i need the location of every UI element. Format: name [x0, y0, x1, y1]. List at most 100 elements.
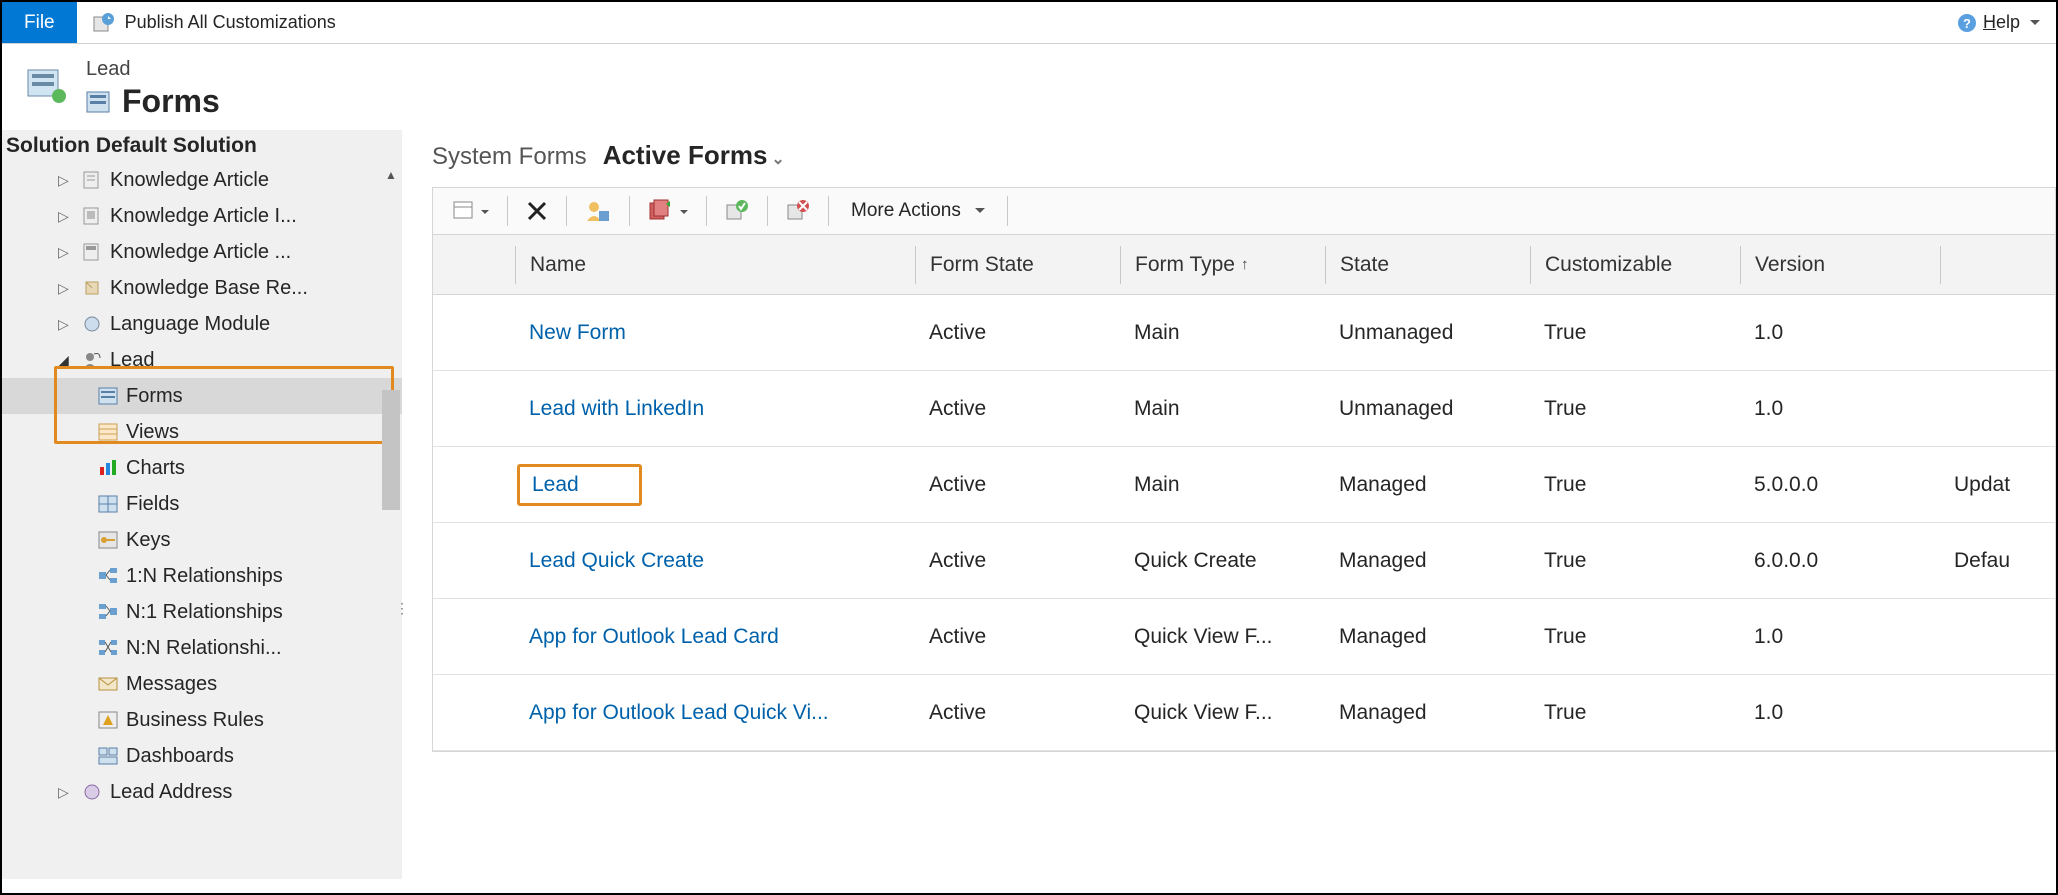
- tree-item-keys[interactable]: Keys: [2, 522, 402, 558]
- dashboards-icon: [98, 747, 118, 765]
- relationship-1n-icon: [98, 567, 118, 585]
- messages-icon: [98, 675, 118, 693]
- col-customizable-header[interactable]: Customizable: [1530, 246, 1740, 284]
- tree-item-dashboards[interactable]: Dashboards: [2, 738, 402, 774]
- chevron-down-icon: [971, 200, 985, 222]
- expand-icon: ▷: [58, 280, 74, 297]
- tree-label: N:N Relationshi...: [126, 637, 282, 660]
- grid-row[interactable]: LeadActiveMainManagedTrue5.0.0.0Updat: [433, 447, 2055, 523]
- grid-row[interactable]: App for Outlook Lead Quick Vi...ActiveQu…: [433, 675, 2055, 751]
- separator: [828, 196, 829, 226]
- tree-label: Knowledge Article ...: [110, 241, 291, 264]
- form-name-link[interactable]: Lead Quick Create: [515, 549, 915, 573]
- activate-button[interactable]: [713, 188, 761, 234]
- tree-item-1n[interactable]: 1:N Relationships: [2, 558, 402, 594]
- help-button[interactable]: ? Help: [1941, 2, 2056, 43]
- delete-button[interactable]: [514, 188, 560, 234]
- forms-icon: [86, 91, 110, 113]
- col-formtype-header[interactable]: Form Type ↑: [1120, 246, 1325, 284]
- cell-form_state: Active: [915, 625, 1120, 649]
- tree-item-forms[interactable]: Forms: [2, 378, 402, 414]
- new-button[interactable]: [441, 188, 501, 234]
- cell-version: 1.0: [1740, 625, 1940, 649]
- tree-item-lead[interactable]: ◢ Lead: [2, 342, 402, 378]
- tree-item-n1[interactable]: N:1 Relationships: [2, 594, 402, 630]
- cell-form_type: Main: [1120, 473, 1325, 497]
- tree-item-fields[interactable]: Fields: [2, 486, 402, 522]
- col-version-header[interactable]: Version: [1740, 246, 1940, 284]
- cell-customizable: True: [1530, 625, 1740, 649]
- tree-item-lead-address[interactable]: ▷ Lead Address: [2, 774, 402, 810]
- splitter-handle[interactable]: ⋮: [395, 600, 408, 617]
- relationship-nn-icon: [98, 639, 118, 657]
- col-state-header[interactable]: State: [1325, 246, 1530, 284]
- new-icon: [453, 201, 475, 221]
- tree-label: Keys: [126, 529, 170, 552]
- cell-form_state: Active: [915, 397, 1120, 421]
- tree-item-nn[interactable]: N:N Relationshi...: [2, 630, 402, 666]
- separator: [507, 196, 508, 226]
- grid-row[interactable]: Lead with LinkedInActiveMainUnmanagedTru…: [433, 371, 2055, 447]
- col-formstate-header[interactable]: Form State: [915, 246, 1120, 284]
- grid-row[interactable]: New FormActiveMainUnmanagedTrue1.0: [433, 295, 2055, 371]
- tree-label: Charts: [126, 457, 185, 480]
- grid-row[interactable]: Lead Quick CreateActiveQuick CreateManag…: [433, 523, 2055, 599]
- workspace: Solution Default Solution ▷ Knowledge Ar…: [2, 130, 2056, 879]
- tree-item-knowledge-article-2[interactable]: ▷ Knowledge Article ...: [2, 234, 402, 270]
- tree-item-knowledge-article-i[interactable]: ▷ Knowledge Article I...: [2, 198, 402, 234]
- form-name-link[interactable]: Lead: [515, 464, 915, 506]
- cell-version: 6.0.0.0: [1740, 549, 1940, 573]
- main-area: System Forms Active Forms⌄: [402, 130, 2056, 879]
- expand-icon: ▷: [58, 208, 74, 225]
- tree-label: Lead: [110, 349, 155, 372]
- separator: [1007, 196, 1008, 226]
- form-order-icon: [648, 199, 674, 223]
- keys-icon: [98, 531, 118, 549]
- scrollbar-thumb[interactable]: [382, 390, 400, 510]
- entity-name-label: Lead: [86, 58, 220, 81]
- grid-row[interactable]: App for Outlook Lead CardActiveQuick Vie…: [433, 599, 2055, 675]
- entity-small-icon: [82, 314, 102, 334]
- tree-label: Views: [126, 421, 179, 444]
- form-name-link[interactable]: App for Outlook Lead Card: [515, 625, 915, 649]
- chevron-down-icon: ⌄: [771, 151, 784, 168]
- entity-small-icon: [82, 170, 102, 190]
- tree-item-knowledge-article[interactable]: ▷ Knowledge Article: [2, 162, 402, 198]
- entity-small-icon: [82, 278, 102, 298]
- tree-item-language-module[interactable]: ▷ Language Module: [2, 306, 402, 342]
- tree-label: Knowledge Article: [110, 169, 269, 192]
- page-title: Forms: [122, 83, 220, 120]
- form-name-link[interactable]: App for Outlook Lead Quick Vi...: [515, 701, 915, 725]
- cell-version: 1.0: [1740, 397, 1940, 421]
- form-order-button[interactable]: [636, 188, 700, 234]
- deactivate-button[interactable]: [774, 188, 822, 234]
- help-icon: ?: [1957, 13, 1977, 33]
- tree-item-knowledge-base[interactable]: ▷ Knowledge Base Re...: [2, 270, 402, 306]
- nav-tree: ▷ Knowledge Article ▷ Knowledge Article …: [2, 162, 402, 810]
- publish-all-label: Publish All Customizations: [125, 12, 336, 33]
- col-desc-header[interactable]: [1940, 246, 2056, 284]
- form-name-link[interactable]: New Form: [515, 321, 915, 345]
- tree-item-views[interactable]: Views: [2, 414, 402, 450]
- lead-icon: [82, 350, 102, 370]
- more-actions-label: More Actions: [851, 200, 961, 222]
- tree-item-business-rules[interactable]: Business Rules: [2, 702, 402, 738]
- col-name-header[interactable]: Name: [515, 246, 915, 284]
- expand-icon: ▷: [58, 784, 74, 801]
- entity-small-icon: [82, 242, 102, 262]
- cell-form_type: Main: [1120, 397, 1325, 421]
- view-selector[interactable]: Active Forms⌄: [603, 140, 785, 171]
- form-name-link[interactable]: Lead with LinkedIn: [515, 397, 915, 421]
- tree-item-messages[interactable]: Messages: [2, 666, 402, 702]
- list-title: System Forms: [432, 143, 587, 171]
- publish-all-button[interactable]: Publish All Customizations: [77, 2, 350, 43]
- scroll-up-arrow[interactable]: ▲: [382, 168, 400, 182]
- tree-label: Business Rules: [126, 709, 264, 732]
- tree-item-charts[interactable]: Charts: [2, 450, 402, 486]
- cell-version: 5.0.0.0: [1740, 473, 1940, 497]
- grid-header: Name Form State Form Type ↑ State Custom…: [433, 235, 2055, 295]
- cell-customizable: True: [1530, 321, 1740, 345]
- more-actions-button[interactable]: More Actions: [835, 200, 1001, 222]
- file-menu-button[interactable]: File: [2, 2, 77, 43]
- enable-security-roles-button[interactable]: [573, 188, 623, 234]
